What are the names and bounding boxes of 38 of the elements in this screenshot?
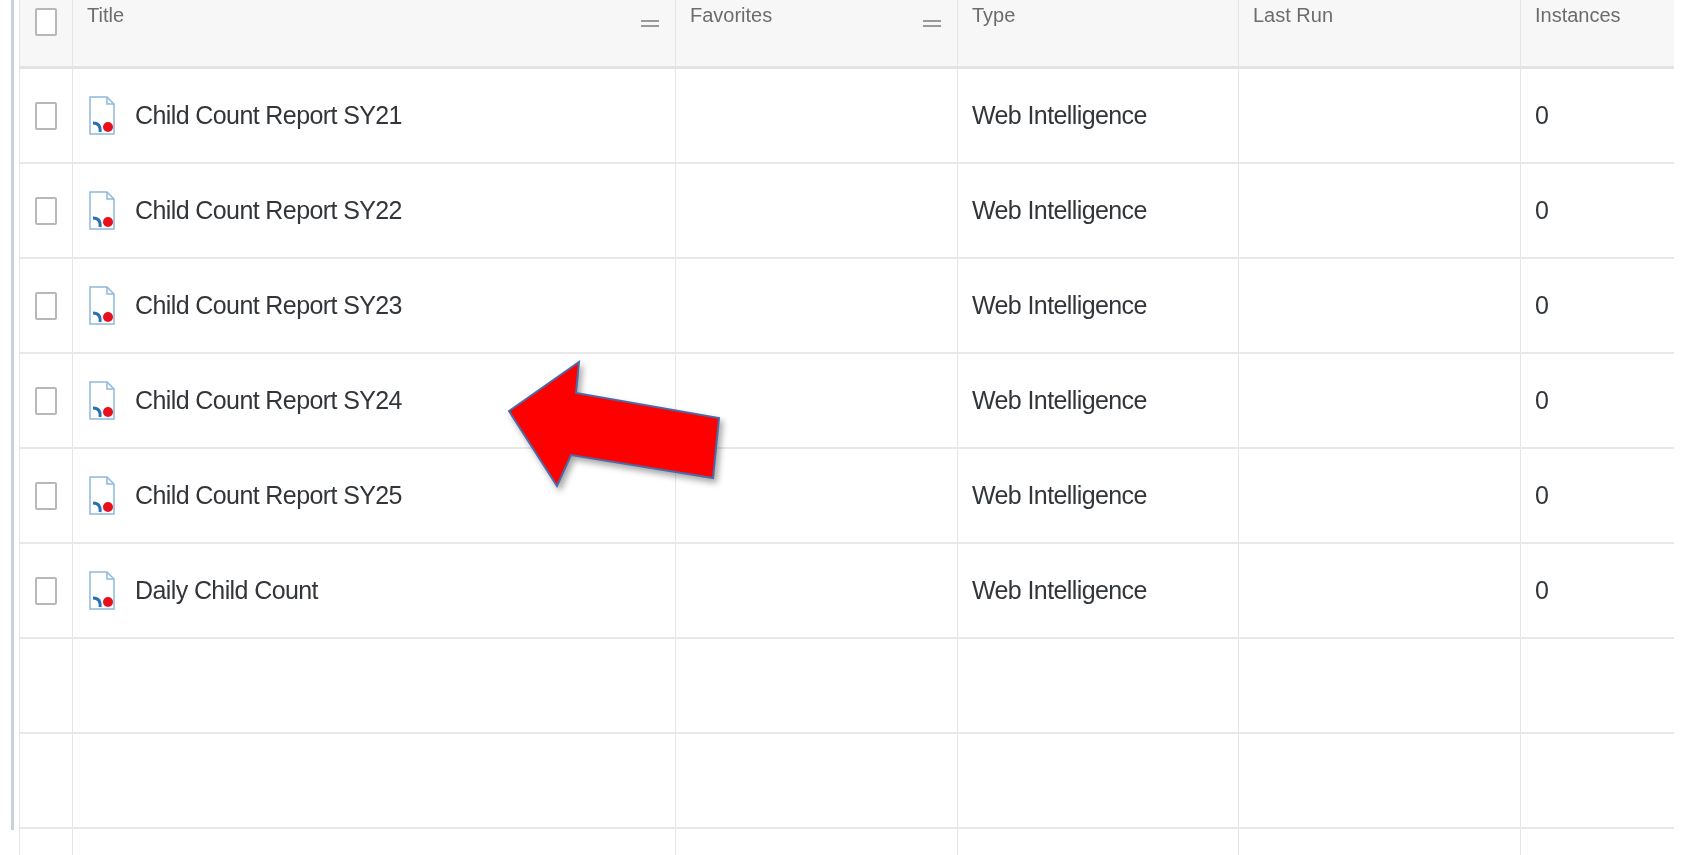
- report-document-icon: [87, 285, 117, 326]
- table-cell: Web Intelligence: [972, 291, 1147, 320]
- checkbox[interactable]: [35, 8, 57, 36]
- checkbox[interactable]: [35, 481, 57, 510]
- table-cell: Web Intelligence: [972, 101, 1147, 130]
- table-cell: 0: [1535, 481, 1549, 510]
- column-menu-icon[interactable]: [641, 20, 659, 27]
- report-title-link[interactable]: Child Count Report SY21: [135, 101, 402, 130]
- table-cell: Web Intelligence: [972, 196, 1147, 225]
- column-header[interactable]: Favorites: [690, 4, 773, 27]
- table-cell: 0: [1535, 386, 1549, 415]
- checkbox[interactable]: [35, 386, 57, 415]
- table-cell: 0: [1535, 101, 1549, 130]
- table-cell: 0: [1535, 576, 1549, 605]
- report-title-link[interactable]: Child Count Report SY25: [135, 481, 402, 510]
- report-document-icon: [87, 95, 117, 136]
- report-title-link[interactable]: Daily Child Count: [135, 576, 318, 605]
- checkbox[interactable]: [35, 576, 57, 605]
- table-cell: Web Intelligence: [972, 386, 1147, 415]
- column-header[interactable]: Last Run: [1253, 4, 1334, 27]
- report-document-icon: [87, 475, 117, 516]
- report-document-icon: [87, 570, 117, 611]
- column-menu-icon[interactable]: [923, 20, 941, 27]
- table-cell: 0: [1535, 196, 1549, 225]
- report-title-link[interactable]: Child Count Report SY23: [135, 291, 402, 320]
- column-header[interactable]: Instances: [1535, 4, 1621, 27]
- checkbox[interactable]: [35, 101, 57, 130]
- table-cell: 0: [1535, 291, 1549, 320]
- column-header[interactable]: Type: [972, 4, 1016, 27]
- checkbox[interactable]: [35, 196, 57, 225]
- report-document-icon: [87, 190, 117, 231]
- table-cell: Web Intelligence: [972, 481, 1147, 510]
- column-header[interactable]: Title: [87, 4, 125, 27]
- checkbox[interactable]: [35, 291, 57, 320]
- report-title-link[interactable]: Child Count Report SY22: [135, 196, 402, 225]
- report-document-icon: [87, 380, 117, 421]
- table-cell: Web Intelligence: [972, 576, 1147, 605]
- report-title-link[interactable]: Child Count Report SY24: [135, 386, 402, 415]
